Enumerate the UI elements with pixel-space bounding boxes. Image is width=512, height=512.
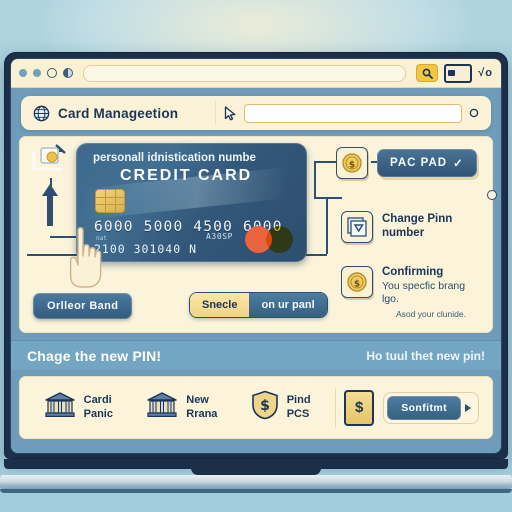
- change-pin-title: Change Pinn: [382, 213, 453, 226]
- wire-segment: [314, 161, 338, 163]
- confirming-title: Confirming: [382, 266, 444, 278]
- confirming-line-1: You specfic brang: [382, 279, 466, 292]
- change-pin-subtitle: number: [382, 227, 425, 239]
- header-bar: Card Manageetion: [21, 96, 491, 130]
- svg-text:$: $: [354, 279, 360, 289]
- confirm-button[interactable]: Sonfitmt: [387, 395, 461, 420]
- caret-right-icon[interactable]: [465, 403, 471, 412]
- row-pac-pad: $ PAC PAD ✓: [336, 147, 477, 179]
- coin-dollar-icon: $: [336, 147, 368, 179]
- up-arrow-icon: [41, 184, 59, 226]
- footer-items: Cardi Panic New Rrana $ Pind PCS: [27, 390, 327, 425]
- row-confirming: $ Confirming You specfic brang lgo. Asod…: [341, 266, 466, 319]
- pac-pad-label: PAC PAD: [390, 157, 448, 169]
- title-zone: Card Manageetion: [21, 101, 216, 125]
- app-header: Card Manageetion: [11, 88, 501, 136]
- pointer-arrow-icon: [224, 105, 237, 121]
- extra-glyph[interactable]: √o: [478, 67, 493, 79]
- card-tray-icon: [32, 144, 68, 176]
- laptop-hinge: [4, 459, 508, 475]
- footer-divider: [335, 387, 337, 428]
- confirming-note: Asod your clunide.: [396, 308, 466, 319]
- row-change-pin[interactable]: Change Pinn number: [341, 211, 452, 243]
- footer-item-cardi-panic[interactable]: Cardi Panic: [44, 391, 113, 424]
- emv-chip-icon: [95, 189, 125, 213]
- search-icon[interactable]: [469, 107, 481, 119]
- confirm-group: Sonfitmt: [383, 391, 479, 424]
- window-dot-1[interactable]: [19, 69, 27, 77]
- pin-banner: Chage the new PIN! Ho tuul thet new pin!: [11, 340, 501, 370]
- snecle-segmented-control[interactable]: Snecle on ur panl: [189, 292, 328, 318]
- laptop-device: √o Card Manageetion personall idnisticat…: [0, 52, 512, 493]
- laptop-base: [0, 475, 512, 489]
- page-title: Card Manageetion: [58, 105, 179, 121]
- check-icon: ✓: [453, 158, 464, 170]
- footer-item-line-2: PCS: [286, 407, 310, 420]
- hand-pointer-icon: [65, 224, 105, 290]
- bank-icon: [146, 391, 178, 424]
- bank-icon: [44, 391, 76, 424]
- footer-panel: Cardi Panic New Rrana $ Pind PCS $ Sonfi…: [19, 376, 493, 439]
- orlleor-band-button[interactable]: Orlleor Band: [33, 293, 133, 319]
- browser-chrome: √o: [11, 59, 501, 88]
- globe-icon: [33, 105, 50, 122]
- window-dot-2[interactable]: [33, 69, 41, 77]
- footer-item-new-rrana[interactable]: New Rrana: [146, 391, 217, 424]
- footer-item-line-2: Panic: [83, 407, 113, 420]
- coin-dollar-icon: $: [341, 266, 373, 298]
- gold-dollar-icon: $: [344, 389, 375, 426]
- footer-item-line-1: Pind: [286, 394, 311, 407]
- laptop-screen: √o Card Manageetion personall idnisticat…: [10, 58, 502, 454]
- card-tiny-label-2: A30SP: [206, 232, 234, 241]
- banner-subtext: Ho tuul thet new pin!: [366, 349, 485, 363]
- footer-item-pind-pcs[interactable]: $ Pind PCS: [251, 390, 311, 425]
- wire-segment: [326, 197, 328, 254]
- browser-address-bar[interactable]: [83, 64, 407, 82]
- segment-option-on-ur-panl[interactable]: on ur panl: [249, 293, 327, 317]
- banner-headline: Chage the new PIN!: [27, 348, 162, 364]
- laptop-base-shadow: [0, 489, 512, 493]
- window-dot-3[interactable]: [47, 68, 57, 78]
- confirming-line-2: lgo.: [382, 292, 399, 305]
- card-connector-port: [487, 190, 497, 200]
- card-type-label: CREDIT CARD: [120, 167, 253, 184]
- credit-card[interactable]: personall idnistication numbe CREDIT CAR…: [76, 143, 307, 262]
- footer-confirm-zone: $ Sonfitmt: [344, 389, 485, 426]
- change-frames-icon: [341, 211, 373, 243]
- search-icon[interactable]: [416, 64, 439, 82]
- card-subtitle: personall idnistication numbe: [93, 152, 256, 164]
- shield-dollar-icon: $: [251, 390, 279, 425]
- wire-segment: [314, 161, 316, 197]
- pac-pad-button[interactable]: PAC PAD ✓: [377, 149, 477, 177]
- footer-item-line-1: Cardi: [83, 394, 112, 407]
- main-panel: personall idnistication numbe CREDIT CAR…: [19, 136, 497, 333]
- laptop-lid: √o Card Manageetion personall idnisticat…: [4, 52, 508, 459]
- segment-option-snecle[interactable]: Snecle: [190, 293, 250, 317]
- laptop-notch: [191, 468, 321, 475]
- search-input[interactable]: [244, 103, 462, 123]
- footer-item-line-1: New: [186, 394, 209, 407]
- window-dot-4[interactable]: [63, 68, 73, 78]
- search-zone: [216, 103, 491, 123]
- card-icon[interactable]: [444, 63, 473, 83]
- svg-text:$: $: [349, 160, 355, 170]
- wire-segment: [314, 197, 342, 199]
- svg-text:$: $: [260, 398, 270, 414]
- footer-item-line-2: Rrana: [186, 407, 218, 420]
- mastercard-logo: [245, 226, 293, 253]
- card-holder-name: 2100 301040 N: [94, 242, 198, 256]
